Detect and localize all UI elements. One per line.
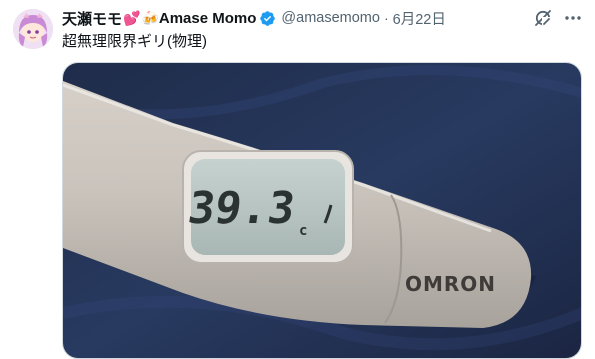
tweet[interactable]: 天瀬モモ 💕 🍻 Amase Momo @amasemomo · 6月22日 超…: [0, 0, 595, 359]
more-options-icon[interactable]: [563, 8, 583, 28]
heart-emoji-icon: 💕: [123, 9, 141, 26]
user-handle[interactable]: @amasemomo: [281, 10, 380, 26]
thermometer-reading: 39.3: [185, 183, 298, 234]
beer-emoji-icon: 🍻: [141, 9, 159, 26]
tweet-header: 天瀬モモ 💕 🍻 Amase Momo @amasemomo · 6月22日: [62, 7, 446, 29]
avatar[interactable]: [13, 9, 53, 49]
display-name[interactable]: 天瀬モモ: [62, 8, 122, 29]
tweet-photo[interactable]: 39.3 c OMRON: [62, 62, 582, 359]
tweet-date[interactable]: 6月22日: [393, 8, 446, 29]
avatar-image: [13, 9, 53, 49]
tweet-text: 超無理限界ギリ(物理): [62, 33, 207, 50]
verified-badge-icon[interactable]: [259, 10, 276, 27]
thermometer-unit: c: [299, 223, 307, 239]
separator-dot: ·: [383, 10, 389, 26]
grok-icon[interactable]: [533, 8, 553, 28]
display-name-suffix[interactable]: Amase Momo: [159, 10, 257, 27]
brand-logo: OMRON: [405, 272, 496, 296]
thermometer-photo: 39.3 c OMRON: [63, 63, 581, 358]
